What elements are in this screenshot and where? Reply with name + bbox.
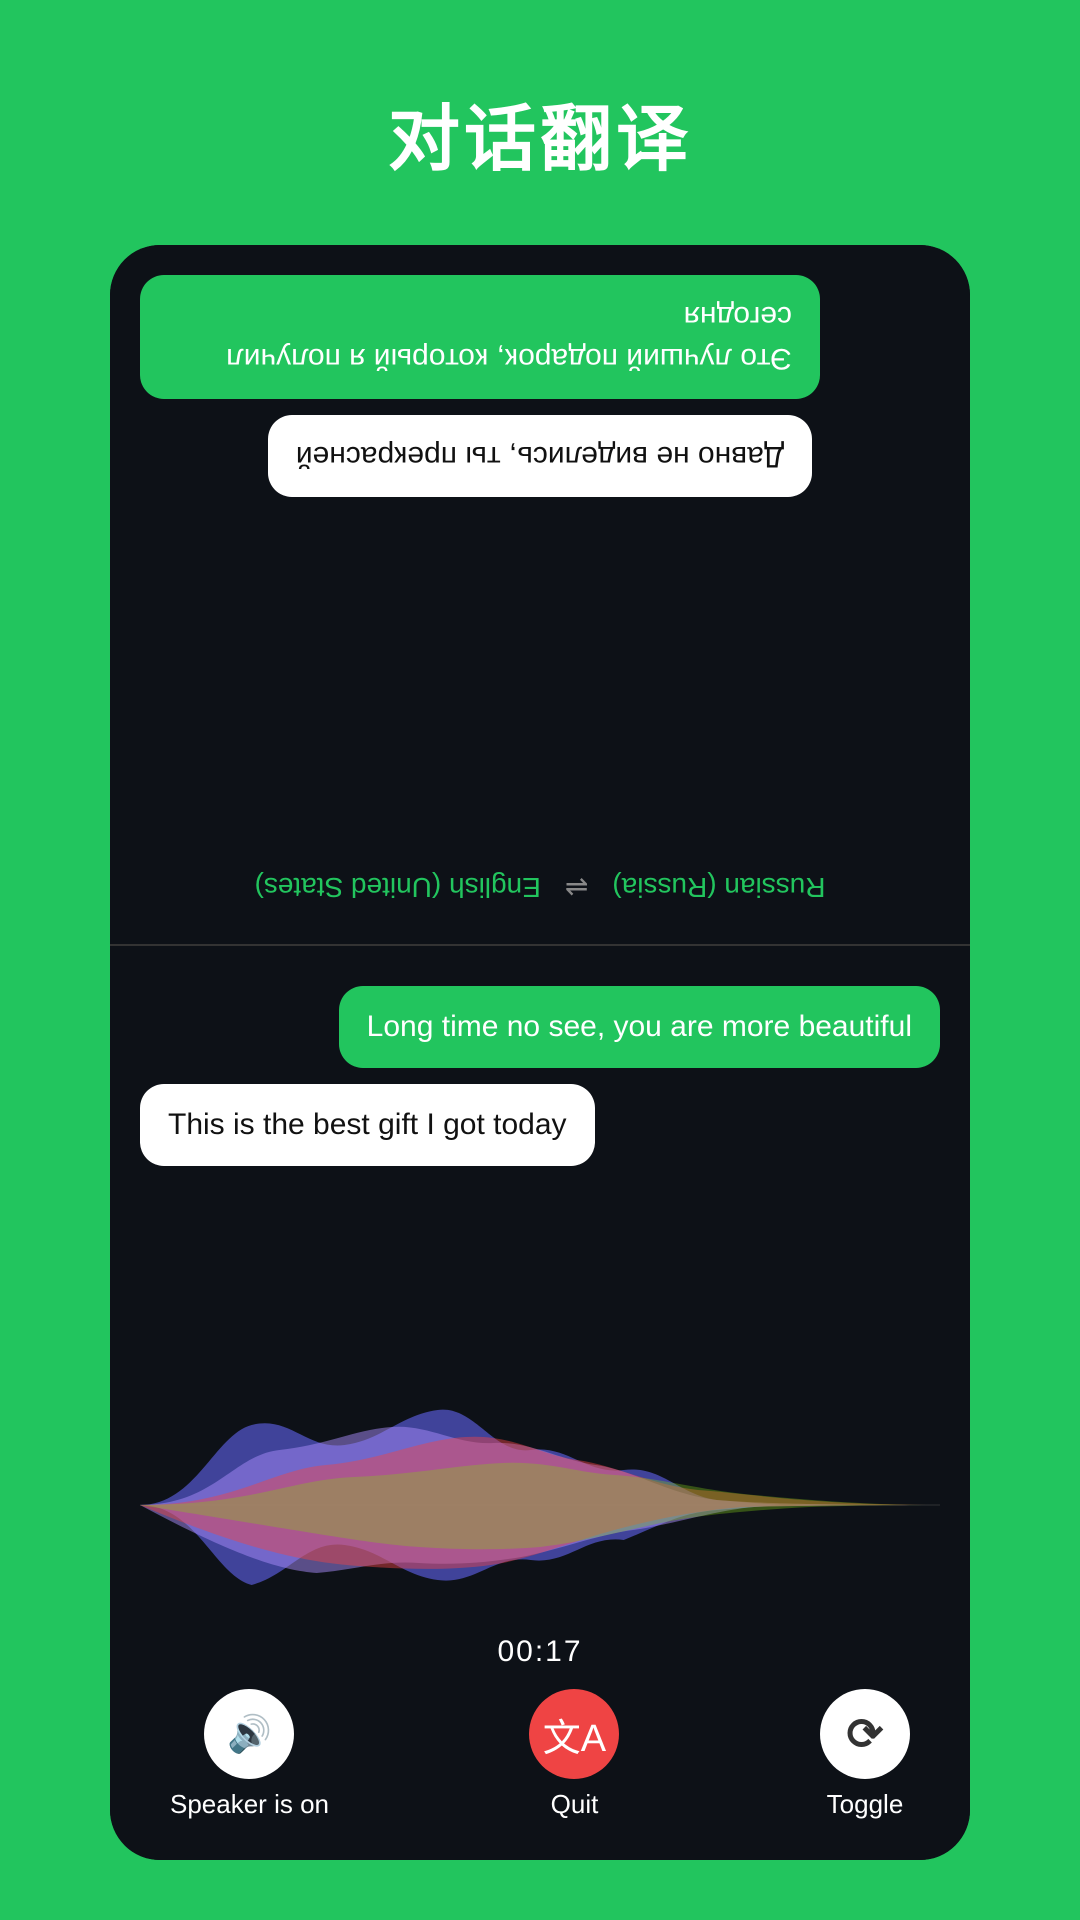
speaker-icon: 🔊 [227, 1713, 272, 1755]
quit-button[interactable]: 文A [529, 1689, 619, 1779]
list-item: Long time no see, you are more beautiful [339, 986, 940, 1068]
speaker-button-group: 🔊 Speaker is on [170, 1689, 329, 1820]
refresh-icon: ⟳ [847, 1709, 884, 1760]
quit-button-group: 文A Quit [529, 1689, 619, 1820]
left-language: English (United States) [255, 872, 541, 904]
list-item: Давно не виделись, ты прекрасней [268, 415, 812, 497]
controls-area: 00:17 🔊 Speaker is on 文A Quit ⟳ Toggle [110, 1615, 970, 1860]
timer-display: 00:17 [497, 1635, 582, 1669]
waveform-display [140, 1395, 940, 1615]
swap-icon[interactable]: ⇌ [565, 871, 588, 904]
page-title: 对话翻译 [388, 80, 692, 185]
toggle-label: Toggle [827, 1789, 904, 1820]
toggle-button[interactable]: ⟳ [820, 1689, 910, 1779]
speaker-button[interactable]: 🔊 [204, 1689, 294, 1779]
toggle-button-group: ⟳ Toggle [820, 1689, 910, 1820]
control-buttons: 🔊 Speaker is on 文A Quit ⟳ Toggle [170, 1689, 910, 1820]
phone-container: Russian (Russia) ⇌ English (United State… [110, 245, 970, 1860]
bottom-panel: Long time no see, you are more beautiful… [110, 946, 970, 1615]
top-messages: Давно не виделись, ты прекрасней Это луч… [140, 265, 940, 851]
right-language: Russian (Russia) [612, 872, 825, 904]
list-item: This is the best gift I got today [140, 1084, 595, 1166]
top-panel: Russian (Russia) ⇌ English (United State… [110, 245, 970, 944]
bottom-messages: Long time no see, you are more beautiful… [140, 976, 940, 1395]
translate-icon: 文A [543, 1707, 606, 1762]
language-bar: Russian (Russia) ⇌ English (United State… [140, 871, 940, 904]
quit-label: Quit [551, 1789, 599, 1820]
speaker-label: Speaker is on [170, 1789, 329, 1820]
list-item: Это лучший подарок, который я получил се… [140, 275, 820, 399]
